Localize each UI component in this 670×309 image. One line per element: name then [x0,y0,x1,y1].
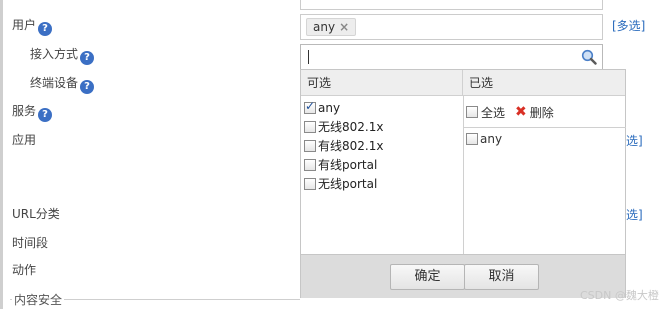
text-cursor [308,50,309,64]
user-row-label: 用户? [12,16,53,36]
magnifier-icon[interactable] [581,49,597,65]
left-border [0,0,3,309]
selected-item-label: any [480,132,503,146]
multi-select-link-user[interactable]: [多选] [612,17,645,34]
option-label: 有线portal [318,158,378,172]
delete-button[interactable]: 删除 [530,104,554,121]
access-method-label: 接入方式 [30,47,79,61]
checkbox[interactable] [304,99,316,114]
option-wireless-portal[interactable]: 无线portal [304,174,462,193]
checkbox[interactable] [304,158,316,171]
service-row-label: 服务? [12,102,53,122]
option-label: 无线portal [318,177,378,191]
option-label: any [318,100,341,115]
cancel-button[interactable]: 取消 [464,264,539,290]
terminal-device-label: 终端设备 [30,76,79,90]
action-label: 动作 [12,263,37,277]
available-column-header: 可选 [301,70,463,96]
help-icon[interactable]: ? [80,80,95,94]
selected-item[interactable]: any [466,132,502,146]
user-tag-label: any [313,20,336,34]
multi-select-link-application[interactable]: 选] [626,132,643,149]
select-all-checkbox[interactable] [466,106,478,118]
option-wired-portal[interactable]: 有线portal [304,155,462,174]
selected-column-header: 已选 [463,70,625,96]
close-icon[interactable]: × [339,20,349,34]
checkbox[interactable] [304,177,316,190]
content-security-label: 内容安全 [12,291,65,308]
option-wireless-8021x[interactable]: 无线802.1x [304,117,462,136]
time-period-label: 时间段 [12,236,49,250]
picker-footer: 确定 取消 [301,254,625,298]
option-label: 有线802.1x [318,139,384,153]
checkbox[interactable] [304,139,316,152]
user-tag-input[interactable]: any × [300,14,603,40]
search-input[interactable] [300,44,603,70]
help-icon[interactable]: ? [38,108,53,122]
selected-toolbar: 全选 ✖ 删除 [464,97,626,128]
checkbox[interactable] [304,120,316,133]
option-wired-8021x[interactable]: 有线802.1x [304,136,462,155]
help-icon[interactable]: ? [38,22,53,36]
select-all-label[interactable]: 全选 [481,104,505,121]
previous-field-bottom [300,0,603,10]
checkbox[interactable] [466,133,478,145]
help-icon[interactable]: ? [80,51,95,65]
multi-select-link-url[interactable]: 选] [626,206,643,223]
terminal-device-row-label: 终端设备? [30,74,95,94]
access-method-picker: 可选 已选 any 无线802.1x 有线802.1x 有线portal 无线p… [300,69,626,298]
watermark: CSDN @魏大橙 [580,289,659,302]
application-label: 应用 [12,133,37,147]
available-options-list: any 无线802.1x 有线802.1x 有线portal 无线portal [304,98,462,193]
url-category-label: URL分类 [12,207,60,221]
user-label: 用户 [12,18,37,32]
option-any[interactable]: any [304,98,462,117]
confirm-button[interactable]: 确定 [390,264,465,290]
option-label: 无线802.1x [318,120,384,134]
service-label: 服务 [12,104,37,118]
user-tag: any × [306,18,357,36]
access-method-row-label: 接入方式? [30,45,95,65]
red-x-icon[interactable]: ✖ [515,104,527,120]
